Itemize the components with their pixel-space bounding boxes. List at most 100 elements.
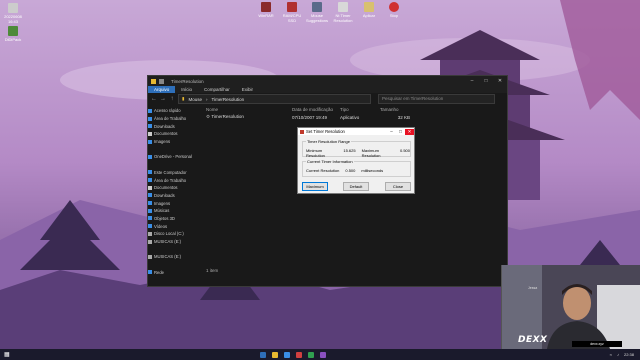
download-icon xyxy=(148,193,152,198)
desktop-icon-label: Mouse Suggestions xyxy=(306,13,329,23)
app-icon xyxy=(300,129,304,134)
maximize-button[interactable]: □ xyxy=(396,129,405,135)
file-type: Aplicativo xyxy=(340,114,360,120)
dialog-title-bar[interactable]: Set Timer Resolution – □ ✕ xyxy=(298,128,414,135)
close-button[interactable]: Close xyxy=(385,182,411,191)
desktop-icon[interactable]: 20220608 16:43 xyxy=(2,3,24,24)
column-header-size[interactable]: Tamanho xyxy=(380,107,410,112)
folder-icon xyxy=(151,78,156,84)
breadcrumb-mouse[interactable]: Mouse xyxy=(188,97,202,102)
current-resolution-value: 0.500 xyxy=(345,168,356,173)
winrar-icon xyxy=(261,2,271,12)
nav-item[interactable]: Downloads xyxy=(148,122,204,130)
computer-icon xyxy=(148,170,152,175)
folder-icon: ▮ xyxy=(182,96,185,101)
taskbar-app-icon[interactable] xyxy=(259,351,266,358)
nav-item[interactable]: Acesso rápido xyxy=(148,107,204,115)
nav-item[interactable]: OneDrive - Personal xyxy=(148,153,204,161)
desktop-icon[interactable]: Stop xyxy=(383,2,405,18)
stop-icon xyxy=(389,2,399,12)
maximum-button[interactable]: Maximum xyxy=(302,182,328,191)
nav-item[interactable]: Área de Trabalho xyxy=(148,176,204,184)
nav-item[interactable]: Imagens xyxy=(148,199,204,207)
breadcrumb-timerresolution[interactable]: TimerResolution xyxy=(212,97,245,102)
tab-arquivo[interactable]: Arquivo xyxy=(148,86,176,93)
current-resolution-unit: milliseconds xyxy=(361,168,384,173)
desktop-icon[interactable]: Nt Timer Resolution xyxy=(332,2,354,23)
taskbar: ▦ ≈ ♪ 22:38 xyxy=(0,349,640,360)
desktop-icon[interactable]: WinRAR xyxy=(255,2,277,18)
maximize-button[interactable]: □ xyxy=(479,78,493,84)
file-name: TimerResolution xyxy=(211,114,244,119)
streamer-logo: DEXX xyxy=(518,335,548,345)
wifi-icon[interactable]: ≈ xyxy=(610,352,612,357)
nav-item[interactable]: Músicas xyxy=(148,207,204,215)
file-row[interactable]: ⚙ TimerResolution 07/10/2007 19:49 Aplic… xyxy=(204,113,507,121)
nav-item[interactable]: Downloads xyxy=(148,192,204,200)
column-header-name[interactable]: Nome xyxy=(204,107,292,112)
nav-item[interactable]: Área de Trabalho xyxy=(148,115,204,123)
back-arrow-icon[interactable]: ← xyxy=(151,96,157,102)
status-bar: 1 item xyxy=(206,268,219,273)
nav-item[interactable]: Disco Local (C:) xyxy=(148,230,204,238)
desktop-icon-label: RAM/CPU SSD xyxy=(282,13,302,23)
nav-item[interactable]: Imagens xyxy=(148,138,204,146)
desktop-icon-label: Stop xyxy=(389,13,399,18)
nav-item[interactable]: MUSICAS (E:) xyxy=(148,238,204,246)
desktop-icon[interactable]: Aplicar xyxy=(358,2,380,18)
column-header-type[interactable]: Tipo xyxy=(340,107,380,112)
current-resolution-label: Current Resolution xyxy=(306,168,340,173)
quick-access-icon[interactable] xyxy=(159,78,164,84)
set-timer-resolution-dialog[interactable]: Set Timer Resolution – □ ✕ Timer Resolut… xyxy=(297,127,415,194)
system-tray: ≈ ♪ 22:38 xyxy=(610,352,634,357)
close-button[interactable]: ✕ xyxy=(493,78,507,84)
windows-start-icon[interactable]: ▦ xyxy=(4,351,10,358)
current-timer-info-group: Current Timer Information Current Resolu… xyxy=(302,159,411,177)
nav-item[interactable]: Este Computador xyxy=(148,169,204,177)
navigation-pane: Acesso rápido Área de Trabalho Downloads… xyxy=(148,105,204,275)
title-bar[interactable]: TimerResolution – □ ✕ xyxy=(148,76,507,86)
taskbar-app-icon[interactable] xyxy=(307,351,314,358)
timer-resolution-range-group: Timer Resolution Range Minimum Resolutio… xyxy=(302,139,411,158)
nav-item[interactable]: Objetos 3D xyxy=(148,215,204,223)
taskbar-folder-icon[interactable] xyxy=(271,351,278,358)
ribbon-tabs: Arquivo Início Compartilhar Exibir xyxy=(148,86,507,93)
forward-arrow-icon[interactable]: → xyxy=(160,96,166,102)
taskbar-app-icon[interactable] xyxy=(295,351,302,358)
desktop-icon[interactable]: RAM/CPU SSD xyxy=(281,2,303,23)
taskbar-app-icon[interactable] xyxy=(283,351,290,358)
star-icon xyxy=(148,108,152,113)
document-icon xyxy=(364,2,374,12)
desktop-icon-label: WinRAR xyxy=(258,13,274,18)
video-icon xyxy=(148,224,152,229)
taskbar-app-icon[interactable] xyxy=(319,351,326,358)
window-title: TimerResolution xyxy=(171,78,204,84)
nav-item[interactable]: Vídeos xyxy=(148,222,204,230)
nav-item[interactable]: Documentos xyxy=(148,184,204,192)
search-input[interactable]: Pesquisar em TimerResolution xyxy=(378,94,495,104)
minimize-button[interactable]: – xyxy=(465,78,479,84)
column-header-date[interactable]: Data de modificação xyxy=(292,107,340,112)
tab-inicio[interactable]: Início xyxy=(175,87,198,92)
desktop-icon[interactable]: DiDiPack xyxy=(2,26,24,42)
shortcut-icon xyxy=(312,2,322,12)
minimize-button[interactable]: – xyxy=(387,129,396,135)
image-icon xyxy=(148,201,152,206)
drive-icon xyxy=(148,254,152,259)
nav-item[interactable]: MUSICAS (E:) xyxy=(148,253,204,261)
address-bar[interactable]: ▮ Mouse › TimerResolution xyxy=(178,94,371,104)
nav-item[interactable]: Documentos xyxy=(148,130,204,138)
up-arrow-icon[interactable]: ↑ xyxy=(169,96,175,102)
taskbar-clock[interactable]: 22:38 xyxy=(624,352,634,357)
tab-compartilhar[interactable]: Compartilhar xyxy=(198,87,236,92)
tab-exibir[interactable]: Exibir xyxy=(236,87,259,92)
app-icon xyxy=(8,26,18,36)
close-icon[interactable]: ✕ xyxy=(405,128,414,135)
desktop-icon[interactable]: Mouse Suggestions xyxy=(306,2,328,23)
default-button[interactable]: Default xyxy=(343,182,369,191)
download-icon xyxy=(148,124,152,129)
volume-icon[interactable]: ♪ xyxy=(617,352,619,357)
network-icon xyxy=(148,270,152,275)
nav-item[interactable]: Rede xyxy=(148,268,204,276)
